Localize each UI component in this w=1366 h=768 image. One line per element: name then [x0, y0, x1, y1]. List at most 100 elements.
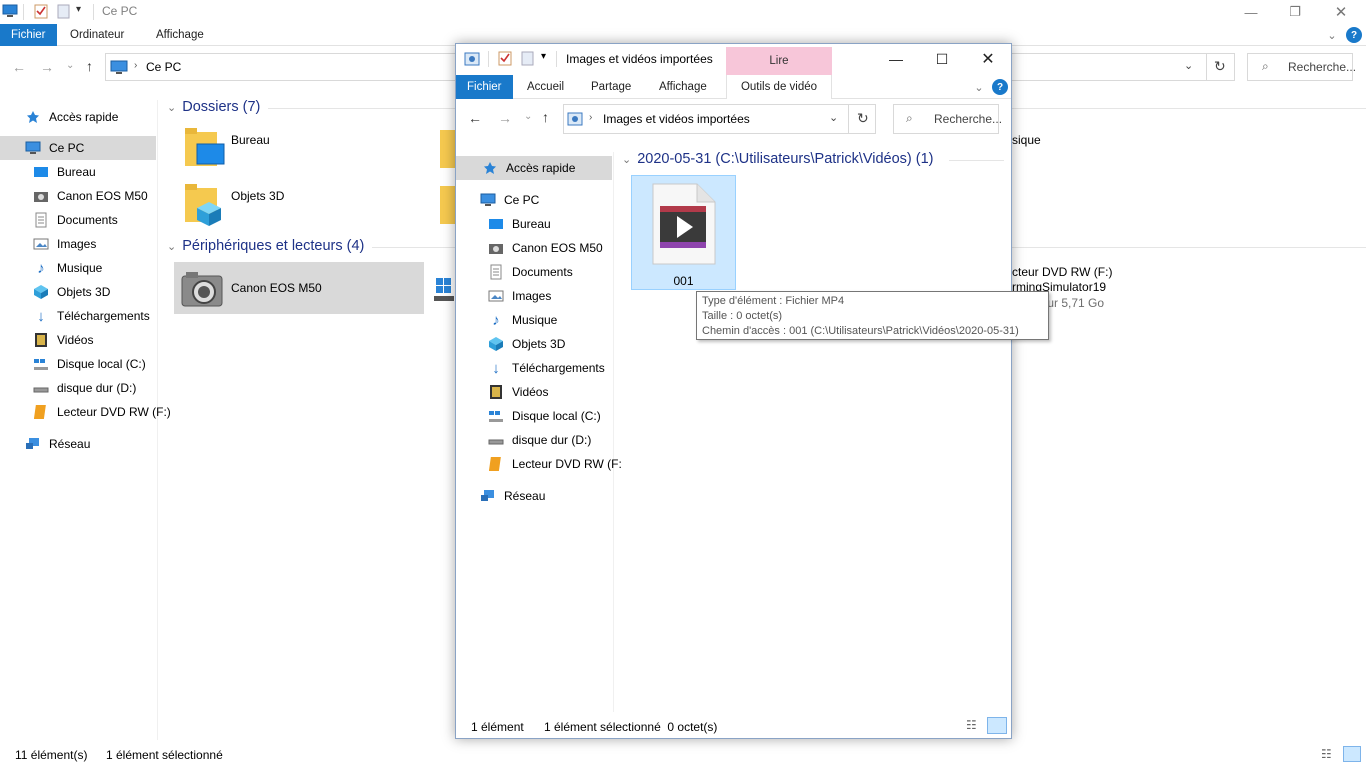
nav-disk-d[interactable]: disque dur (D:): [488, 428, 591, 452]
minimize-button[interactable]: —: [1228, 0, 1274, 24]
tab-affichage[interactable]: Affichage: [143, 24, 217, 46]
nav-pictures[interactable]: Images: [488, 284, 551, 308]
new-folder-icon[interactable]: [56, 3, 72, 21]
up-arrow-icon[interactable]: ↑: [86, 58, 93, 74]
tooltip-type: Type d'élément : Fichier MP4: [702, 295, 845, 307]
new-folder-icon[interactable]: [520, 50, 536, 69]
address-dropdown-icon[interactable]: ⌄: [829, 111, 838, 124]
quick-access-dropdown-icon[interactable]: ▾: [76, 4, 92, 22]
nav-this-pc[interactable]: Ce PC: [480, 188, 539, 212]
nav-local-disk-c[interactable]: Disque local (C:): [488, 404, 601, 428]
nav-dvd-f[interactable]: Lecteur DVD RW (F:): [33, 400, 171, 424]
back-arrow-icon[interactable]: ←: [12, 59, 26, 75]
tab-ordinateur[interactable]: Ordinateur: [57, 24, 137, 46]
nav-label: Réseau: [49, 437, 91, 451]
back-arrow-icon[interactable]: ←: [468, 110, 482, 126]
refresh-icon[interactable]: ↻: [1214, 58, 1226, 75]
breadcrumb[interactable]: Ce PC: [146, 60, 181, 74]
nav-pictures[interactable]: Images: [33, 232, 96, 256]
devices-section-header[interactable]: ⌄ Périphériques et lecteurs (4): [167, 238, 364, 254]
cube-icon: [33, 284, 49, 300]
tab-fichier[interactable]: Fichier: [0, 24, 57, 46]
nav-label: disque dur (D:): [512, 433, 592, 447]
close-button[interactable]: ✕: [965, 44, 1011, 74]
breadcrumb-chevron-icon: ›: [134, 60, 138, 71]
nav-camera[interactable]: Canon EOS M50: [488, 236, 603, 260]
expand-ribbon-icon[interactable]: ⌄: [972, 79, 986, 95]
properties-icon[interactable]: [497, 50, 513, 69]
nav-this-pc[interactable]: Ce PC: [0, 136, 156, 160]
fg-navigation-pane: Accès rapide Ce PC Bureau Canon EOS M50 …: [456, 152, 622, 712]
refresh-icon[interactable]: ↻: [857, 110, 869, 127]
large-icons-view-icon[interactable]: [987, 717, 1007, 734]
nav-label: Ce PC: [49, 141, 85, 155]
tab-fichier[interactable]: Fichier: [456, 75, 513, 99]
minimize-button[interactable]: —: [873, 44, 919, 74]
date-group-header[interactable]: ⌄ 2020-05-31 (C:\Utilisateurs\Patrick\Vi…: [622, 151, 934, 167]
quick-access-dropdown-icon[interactable]: ▾: [541, 51, 546, 62]
help-icon[interactable]: ?: [1346, 27, 1362, 43]
nav-desktop[interactable]: Bureau: [33, 160, 96, 184]
nav-music[interactable]: ♪ Musique: [488, 308, 557, 332]
nav-local-disk-c[interactable]: Disque local (C:): [33, 352, 146, 376]
search-placeholder: Recherche...: [934, 112, 1003, 126]
nav-3d-objects[interactable]: Objets 3D: [488, 332, 565, 356]
pictures-library-icon: [567, 110, 585, 131]
breadcrumb-chevron-icon: ›: [589, 112, 593, 123]
fg-address-bar[interactable]: › Images et vidéos importées ⌄ ↻: [563, 104, 876, 134]
camera-icon: [488, 240, 504, 256]
folders-section-header[interactable]: ⌄ Dossiers (7): [167, 99, 260, 115]
nav-network[interactable]: Réseau: [25, 432, 90, 456]
forward-arrow-icon[interactable]: →: [498, 110, 512, 126]
nav-3d-objects[interactable]: Objets 3D: [33, 280, 110, 304]
nav-label: Musique: [57, 261, 103, 275]
tab-partage[interactable]: Partage: [578, 75, 644, 99]
device-tile-canon[interactable]: Canon EOS M50: [174, 262, 424, 314]
nav-label: Bureau: [512, 217, 551, 231]
nav-disk-d[interactable]: disque dur (D:): [33, 376, 136, 400]
tab-outils-de-video[interactable]: Outils de vidéo: [726, 75, 832, 99]
nav-quick-access[interactable]: Accès rapide: [456, 156, 612, 180]
nav-downloads[interactable]: ↓ Téléchargements: [488, 356, 604, 380]
foreground-window: ▾ Images et vidéos importées Lire — ☐ ✕ …: [455, 43, 1012, 739]
fg-search-input[interactable]: ⌕ Recherche...: [893, 104, 1003, 134]
window-title: Ce PC: [102, 4, 138, 18]
close-button[interactable]: ✕: [1318, 0, 1364, 24]
bg-search-input[interactable]: ⌕ Recherche...: [1247, 53, 1356, 81]
file-tile-001[interactable]: 001: [631, 175, 736, 290]
status-selected: 1 élément sélectionné: [106, 748, 223, 762]
maximize-button[interactable]: ☐: [919, 44, 965, 74]
nav-label: Documents: [512, 265, 573, 279]
nav-quick-access[interactable]: Accès rapide: [25, 105, 118, 129]
nav-documents[interactable]: Documents: [488, 260, 573, 284]
windows-drive-icon: [33, 356, 49, 372]
address-dropdown-icon[interactable]: ⌄: [1184, 59, 1193, 72]
forward-arrow-icon[interactable]: →: [40, 59, 54, 75]
up-arrow-icon[interactable]: ↑: [542, 109, 549, 125]
recent-locations-icon[interactable]: ⌄: [524, 111, 532, 122]
nav-label: Ce PC: [504, 193, 540, 207]
recent-locations-icon[interactable]: ⌄: [66, 60, 74, 71]
help-icon[interactable]: ?: [992, 79, 1008, 95]
fg-address-row: ← → ⌄ ↑ › Images et vidéos importées ⌄ ↻…: [456, 100, 1011, 140]
music-icon: ♪: [37, 259, 45, 277]
nav-documents[interactable]: Documents: [33, 208, 118, 232]
details-view-icon[interactable]: ☷: [1321, 747, 1332, 761]
large-icons-view-icon[interactable]: [1343, 746, 1361, 762]
breadcrumb[interactable]: Images et vidéos importées: [603, 112, 750, 126]
properties-icon[interactable]: [33, 3, 49, 21]
tab-accueil[interactable]: Accueil: [514, 75, 577, 99]
nav-camera[interactable]: Canon EOS M50: [33, 184, 148, 208]
details-view-icon[interactable]: ☷: [966, 718, 977, 732]
nav-music[interactable]: ♪ Musique: [33, 256, 102, 280]
nav-videos[interactable]: Vidéos: [33, 328, 93, 352]
nav-videos[interactable]: Vidéos: [488, 380, 548, 404]
nav-desktop[interactable]: Bureau: [488, 212, 551, 236]
nav-downloads[interactable]: ↓ Téléchargements: [33, 304, 149, 328]
computer-icon: [2, 3, 18, 21]
expand-ribbon-icon[interactable]: ⌄: [1325, 27, 1339, 43]
nav-dvd-f[interactable]: Lecteur DVD RW (F:: [488, 452, 622, 476]
nav-network[interactable]: Réseau: [480, 484, 545, 508]
tab-affichage[interactable]: Affichage: [646, 75, 720, 99]
restore-button[interactable]: ❐: [1272, 0, 1318, 24]
